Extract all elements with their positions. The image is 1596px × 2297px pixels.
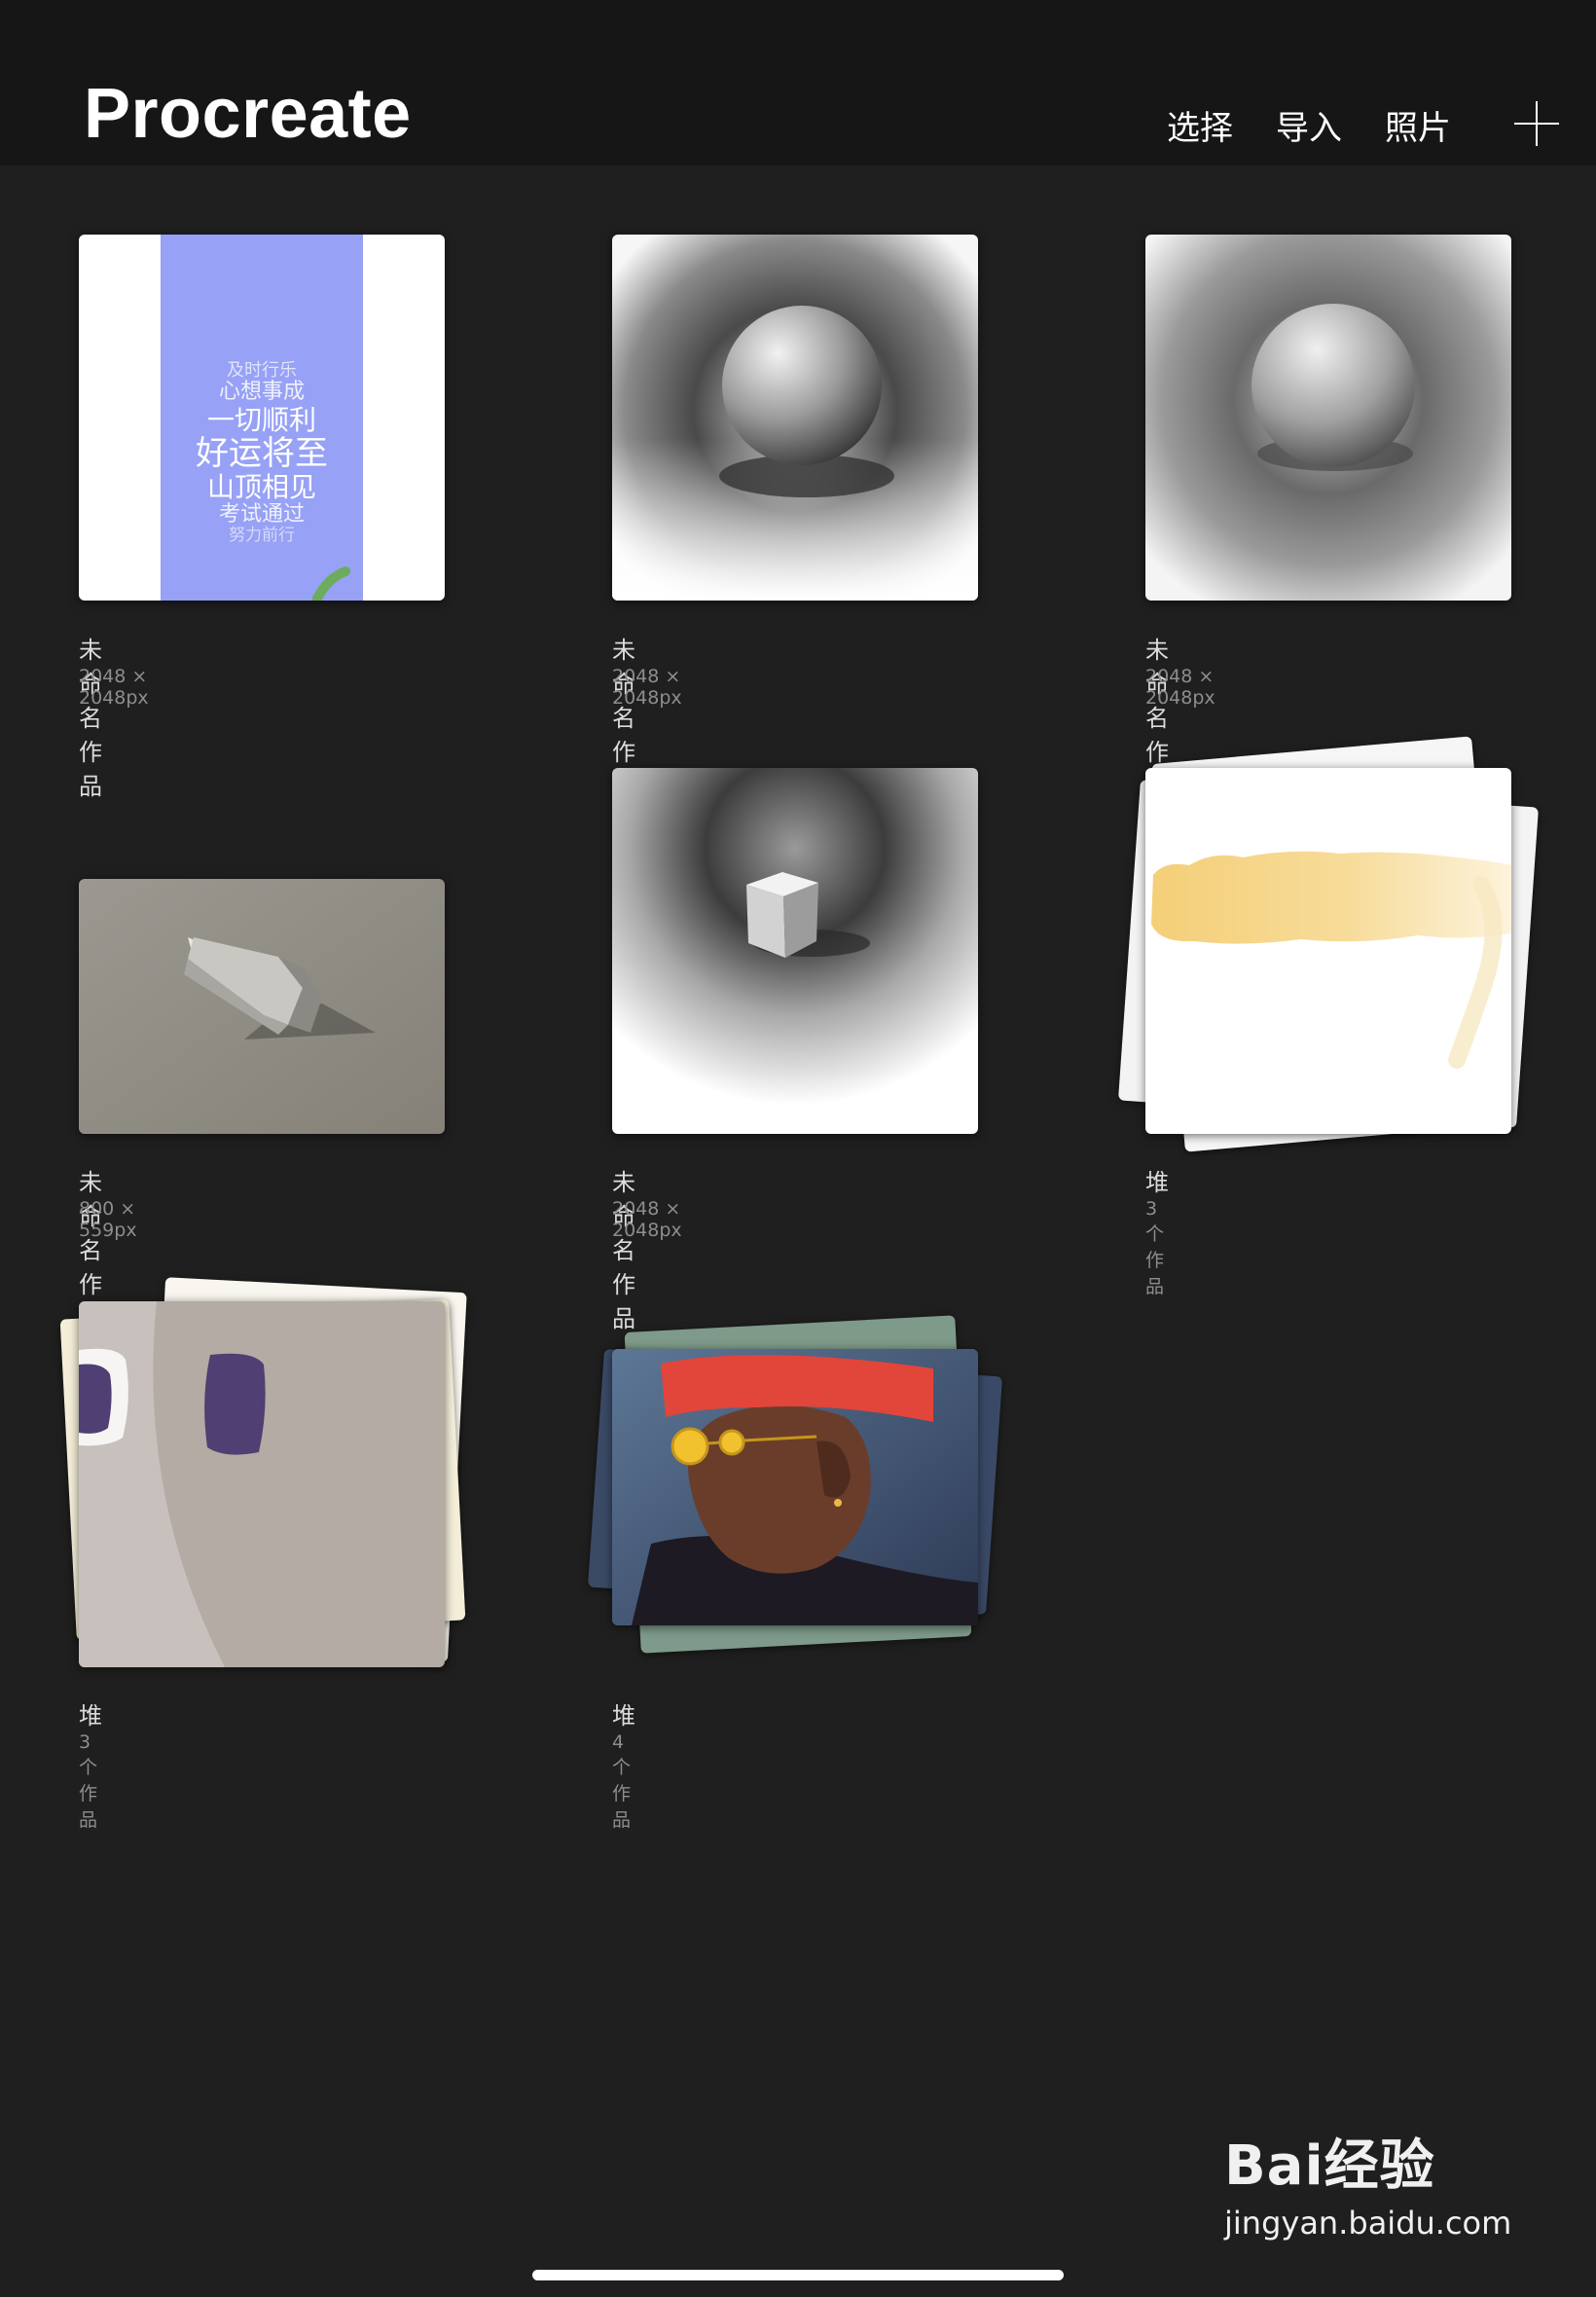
poster-line: 山顶相见 <box>206 471 316 504</box>
watermark-url: jingyan.baidu.com <box>1224 2205 1512 2242</box>
stack-count: 3 个作品 <box>1145 1198 1165 1297</box>
brush-stroke-decoration <box>312 566 350 601</box>
artwork-size: 800 × 559px <box>79 1198 137 1241</box>
watermark-brand: Bai经验 <box>1224 2134 1435 2198</box>
artwork-thumbnail[interactable] <box>612 235 978 601</box>
poster-line: 考试通过 <box>218 501 305 527</box>
artwork-thumbnail[interactable] <box>612 768 978 1134</box>
stack-name: 堆 <box>1145 1169 1169 1196</box>
artwork-size: 2048 × 2048px <box>1145 666 1215 709</box>
poster-line: 一切顺利 <box>206 403 316 436</box>
stack-name: 堆 <box>612 1702 635 1730</box>
poster-line: 及时行乐 <box>227 360 297 381</box>
top-bar: Procreate 选择 导入 照片 <box>0 0 1596 165</box>
poster-line: 心想事成 <box>218 380 305 405</box>
cube-sketch <box>612 768 978 1134</box>
import-button[interactable]: 导入 <box>1276 101 1342 149</box>
artwork-size: 2048 × 2048px <box>612 1198 682 1241</box>
stack-thumbnail[interactable] <box>79 1301 445 1667</box>
app-title: Procreate <box>84 75 412 153</box>
baidu-watermark: Bai经验 jingyan.baidu.com <box>1224 2122 1511 2242</box>
artwork-size: 2048 × 2048px <box>79 666 149 709</box>
select-button[interactable]: 选择 <box>1167 101 1233 149</box>
sphere-sketch <box>612 235 978 601</box>
stack-count: 4 个作品 <box>612 1732 632 1831</box>
stack-name: 堆 <box>79 1702 102 1730</box>
prism-sketch <box>79 879 445 1134</box>
brush-strokes <box>1151 851 1511 1069</box>
poster-line: 好运将至 <box>196 434 328 474</box>
artwork-size: 2048 × 2048px <box>612 666 682 709</box>
stack-thumbnail[interactable] <box>612 1349 978 1625</box>
artwork-thumbnail[interactable] <box>1145 235 1511 601</box>
home-indicator[interactable] <box>532 2270 1064 2280</box>
abstract-shapes <box>79 1301 266 1667</box>
photo-button[interactable]: 照片 <box>1385 101 1451 149</box>
artwork-name: 未命名作品 <box>79 637 102 800</box>
artwork-thumbnail[interactable] <box>79 879 445 1134</box>
artwork-thumbnail[interactable]: 及时行乐 心想事成 一切顺利 好运将至 山顶相见 考试通过 努力前行 <box>79 235 445 601</box>
plus-icon[interactable] <box>1514 101 1559 146</box>
stack-thumbnail[interactable] <box>1145 768 1511 1134</box>
poster-artwork: 及时行乐 心想事成 一切顺利 好运将至 山顶相见 考试通过 努力前行 <box>161 235 363 601</box>
stack-count: 3 个作品 <box>79 1732 98 1831</box>
portrait-painting <box>612 1349 978 1625</box>
poster-line: 努力前行 <box>229 526 295 546</box>
sphere-sketch <box>1145 235 1511 601</box>
artwork-name: 未命名作品 <box>612 1169 635 1332</box>
